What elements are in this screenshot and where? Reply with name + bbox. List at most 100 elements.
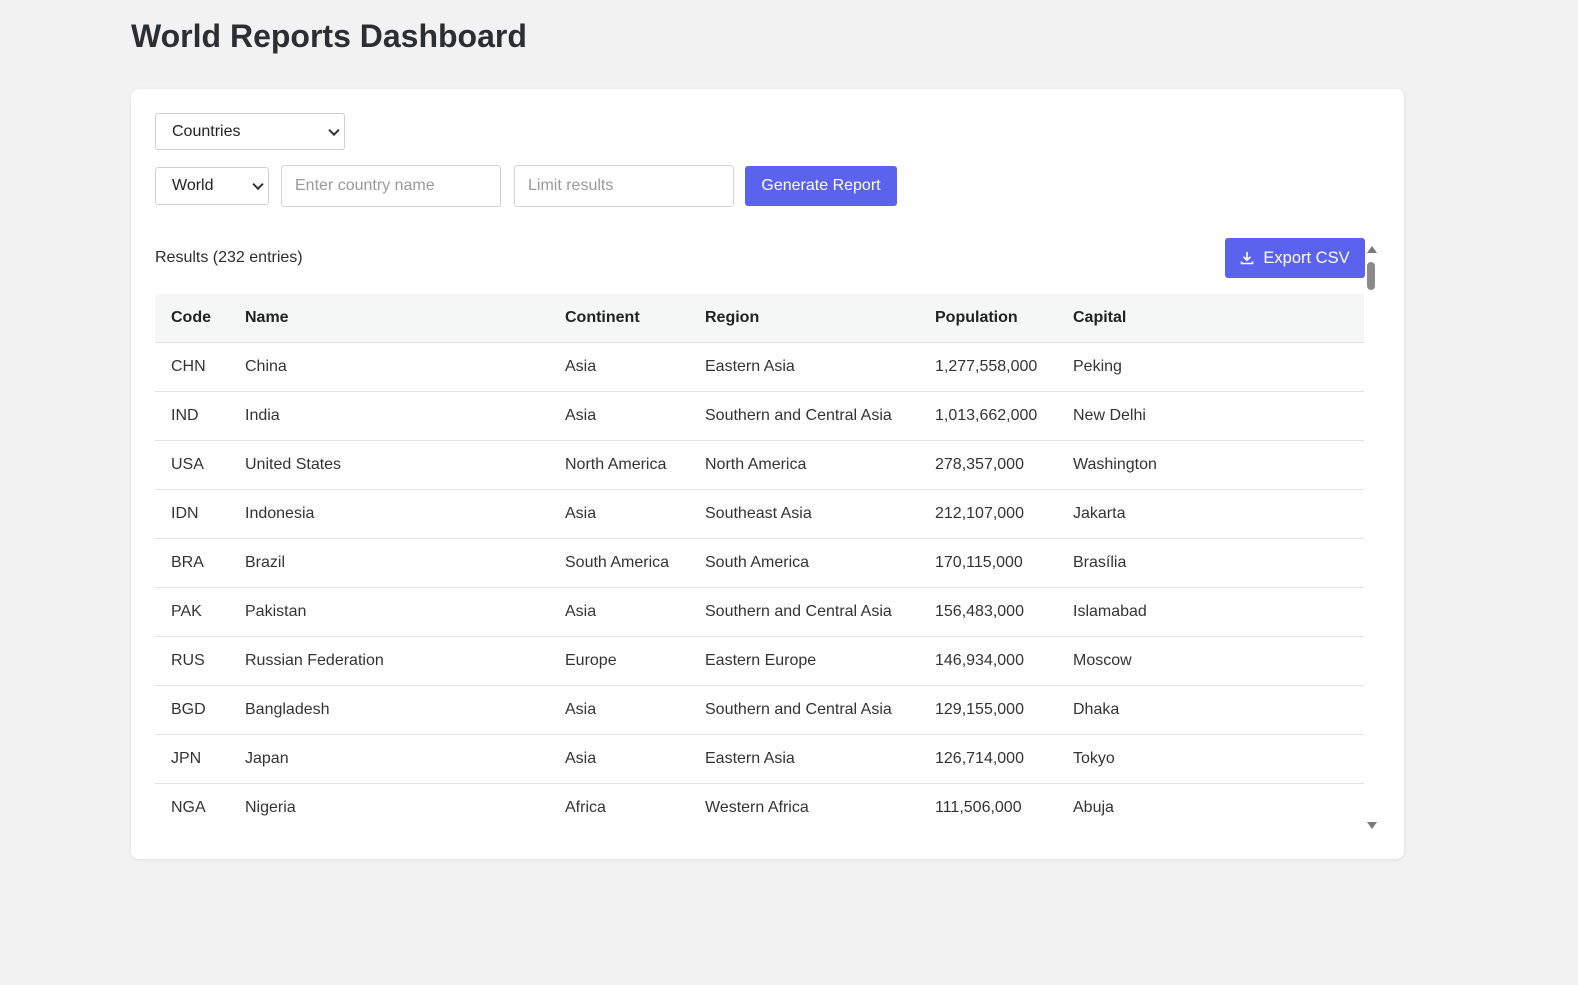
cell-region: North America	[689, 440, 919, 490]
cell-population: 212,107,000	[919, 489, 1057, 539]
cell-capital: Tokyo	[1057, 734, 1364, 784]
cell-name: India	[229, 391, 549, 441]
cell-code: BRA	[155, 538, 229, 588]
table-scrollbar[interactable]	[1364, 244, 1378, 829]
cell-continent: Asia	[549, 685, 689, 735]
cell-population: 1,277,558,000	[919, 342, 1057, 392]
cell-name: Russian Federation	[229, 636, 549, 686]
results-table-container: Code Name Continent Region Population Ca…	[155, 294, 1364, 830]
cell-code: BGD	[155, 685, 229, 735]
chevron-down-icon	[328, 124, 340, 136]
cell-region: Southern and Central Asia	[689, 391, 919, 441]
cell-population: 111,506,000	[919, 783, 1057, 830]
cell-region: Southern and Central Asia	[689, 685, 919, 735]
cell-capital: Washington	[1057, 440, 1364, 490]
cell-continent: Europe	[549, 636, 689, 686]
cell-code: CHN	[155, 342, 229, 392]
cell-continent: Africa	[549, 783, 689, 830]
cell-continent: Asia	[549, 734, 689, 784]
scroll-down-arrow-icon[interactable]	[1367, 822, 1377, 829]
column-header-population[interactable]: Population	[919, 294, 1057, 343]
cell-continent: Asia	[549, 489, 689, 539]
table-body: CHN China Asia Eastern Asia 1,277,558,000 Pek…	[155, 342, 1364, 830]
cell-code: NGA	[155, 783, 229, 830]
cell-continent: North America	[549, 440, 689, 490]
cell-code: RUS	[155, 636, 229, 686]
table-row[interactable]: RUS Russian Federation Europe Eastern Europ…	[155, 636, 1364, 686]
chevron-down-icon	[252, 178, 264, 191]
column-header-continent[interactable]: Continent	[549, 294, 689, 343]
column-header-region[interactable]: Region	[689, 294, 919, 343]
cell-region: Eastern Asia	[689, 342, 919, 392]
cell-name: United States	[229, 440, 549, 490]
table-row[interactable]: JPN Japan Asia Eastern Asia 126,714,000 Tokyo	[155, 734, 1364, 784]
cell-population: 126,714,000	[919, 734, 1057, 784]
results-table: Code Name Continent Region Population Ca…	[155, 294, 1364, 830]
cell-population: 156,483,000	[919, 587, 1057, 637]
export-csv-label: Export CSV	[1263, 248, 1350, 267]
cell-continent: South America	[549, 538, 689, 588]
cell-name: Nigeria	[229, 783, 549, 830]
cell-code: JPN	[155, 734, 229, 784]
cell-code: PAK	[155, 587, 229, 637]
cell-region: Eastern Asia	[689, 734, 919, 784]
cell-continent: Asia	[549, 391, 689, 441]
cell-code: USA	[155, 440, 229, 490]
cell-capital: Islamabad	[1057, 587, 1364, 637]
cell-capital: Dhaka	[1057, 685, 1364, 735]
scope-select[interactable]: World	[155, 167, 269, 205]
cell-population: 1,013,662,000	[919, 391, 1057, 441]
results-count: Results (232 entries)	[155, 249, 303, 266]
column-header-name[interactable]: Name	[229, 294, 549, 343]
cell-region: Eastern Europe	[689, 636, 919, 686]
scroll-up-arrow-icon[interactable]	[1367, 246, 1377, 253]
cell-code: IND	[155, 391, 229, 441]
table-header-row: Code Name Continent Region Population Ca…	[155, 294, 1364, 343]
page-title: World Reports Dashboard	[131, 18, 527, 54]
scope-value: World	[172, 177, 214, 194]
cell-name: Japan	[229, 734, 549, 784]
table-row[interactable]: IND India Asia Southern and Central Asia 1,0…	[155, 391, 1364, 441]
table-row[interactable]: BGD Bangladesh Asia Southern and Central As…	[155, 685, 1364, 735]
cell-capital: New Delhi	[1057, 391, 1364, 441]
country-name-input[interactable]: Enter country name	[281, 165, 501, 207]
cell-name: China	[229, 342, 549, 392]
limit-results-placeholder: Limit results	[528, 177, 614, 194]
cell-code: IDN	[155, 489, 229, 539]
cell-population: 129,155,000	[919, 685, 1057, 735]
cell-name: Brazil	[229, 538, 549, 588]
table-row[interactable]: BRA Brazil South America South America 170,1…	[155, 538, 1364, 588]
table-row[interactable]: NGA Nigeria Africa Western Africa 111,506,00…	[155, 783, 1364, 830]
cell-capital: Jakarta	[1057, 489, 1364, 539]
table-row[interactable]: PAK Pakistan Asia Southern and Central Asia…	[155, 587, 1364, 637]
report-type-select[interactable]: Countries	[155, 113, 345, 150]
column-header-code[interactable]: Code	[155, 294, 229, 343]
generate-report-button[interactable]: Generate Report	[745, 166, 897, 206]
download-icon	[1241, 252, 1254, 265]
cell-region: Southern and Central Asia	[689, 587, 919, 637]
cell-capital: Peking	[1057, 342, 1364, 392]
cell-name: Indonesia	[229, 489, 549, 539]
table-row[interactable]: USA United States North America North Ameri…	[155, 440, 1364, 490]
report-type-value: Countries	[172, 122, 241, 140]
cell-population: 170,115,000	[919, 538, 1057, 588]
cell-continent: Asia	[549, 342, 689, 392]
column-header-capital[interactable]: Capital	[1057, 294, 1364, 343]
cell-population: 146,934,000	[919, 636, 1057, 686]
cell-capital: Abuja	[1057, 783, 1364, 830]
country-name-placeholder: Enter country name	[295, 177, 435, 194]
table-row[interactable]: CHN China Asia Eastern Asia 1,277,558,000 Pek…	[155, 342, 1364, 392]
scroll-thumb[interactable]	[1367, 262, 1375, 290]
table-row[interactable]: IDN Indonesia Asia Southeast Asia 212,107,00…	[155, 489, 1364, 539]
cell-name: Pakistan	[229, 587, 549, 637]
export-csv-button[interactable]: Export CSV	[1225, 238, 1365, 278]
cell-region: Southeast Asia	[689, 489, 919, 539]
cell-region: South America	[689, 538, 919, 588]
cell-region: Western Africa	[689, 783, 919, 830]
cell-capital: Brasília	[1057, 538, 1364, 588]
limit-results-input[interactable]: Limit results	[514, 165, 734, 207]
cell-name: Bangladesh	[229, 685, 549, 735]
cell-continent: Asia	[549, 587, 689, 637]
cell-capital: Moscow	[1057, 636, 1364, 686]
cell-population: 278,357,000	[919, 440, 1057, 490]
